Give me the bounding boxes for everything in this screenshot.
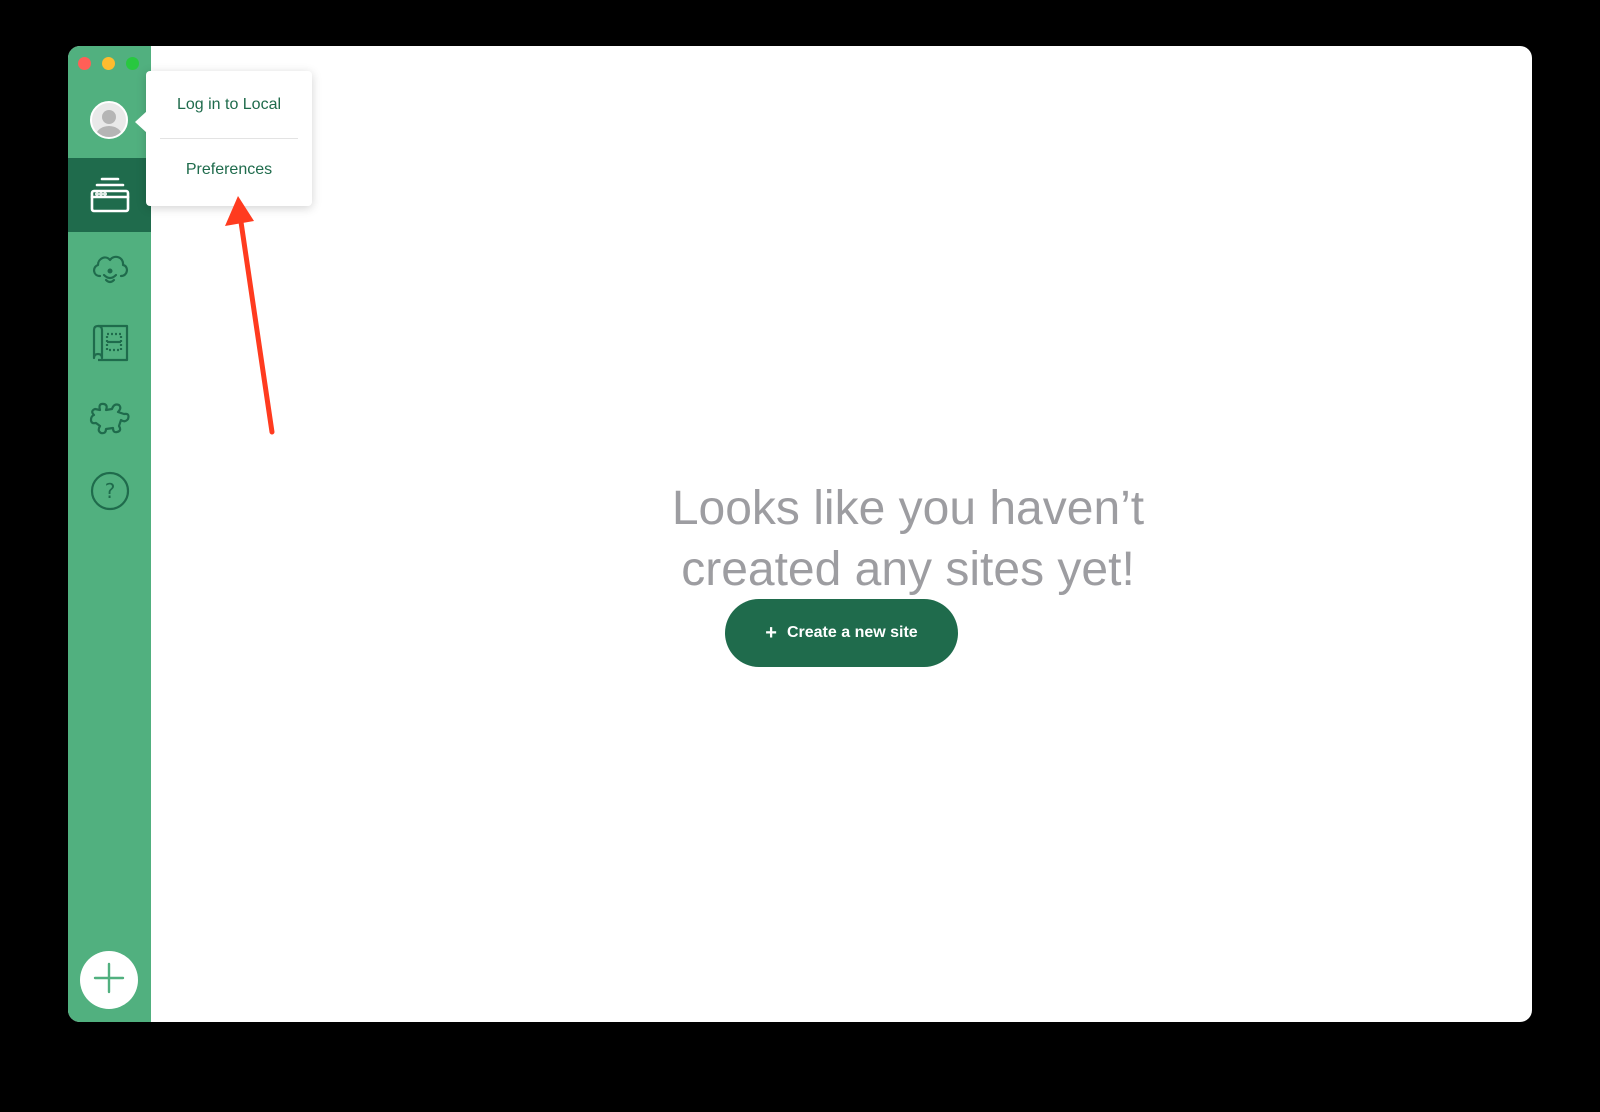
sites-stack-icon <box>89 175 131 215</box>
window-minimize-button[interactable] <box>102 57 115 70</box>
sidebar-item-connect[interactable] <box>68 232 151 306</box>
puzzle-icon <box>88 397 132 437</box>
preferences-menu-item[interactable]: Preferences <box>146 161 312 179</box>
create-new-site-label: Create a new site <box>786 624 918 641</box>
sidebar-item-local-sites[interactable] <box>68 158 151 232</box>
sidebar-item-add-ons[interactable] <box>68 380 151 454</box>
popup-pointer <box>135 111 147 133</box>
sidebar: ? <box>68 46 151 1022</box>
user-menu-popup: Log in to Local Preferences <box>146 71 312 206</box>
plus-icon: + <box>765 622 777 644</box>
cloud-sync-icon <box>89 250 131 288</box>
window-zoom-button[interactable] <box>126 57 139 70</box>
empty-state-message: Looks like you haven’t created any sites… <box>468 478 1348 600</box>
login-menu-item[interactable]: Log in to Local <box>146 96 312 114</box>
window-close-button[interactable] <box>78 57 91 70</box>
add-site-button[interactable] <box>80 951 138 1009</box>
sidebar-item-help[interactable]: ? <box>68 454 151 528</box>
empty-state-line-2: created any sites yet! <box>681 543 1135 596</box>
blueprint-icon <box>89 322 131 364</box>
create-new-site-button[interactable]: + Create a new site <box>725 599 958 667</box>
menu-divider <box>160 138 298 139</box>
sidebar-item-blueprints[interactable] <box>68 306 151 380</box>
help-circle-icon: ? <box>89 470 131 512</box>
empty-state-line-1: Looks like you haven’t <box>671 482 1145 535</box>
svg-text:?: ? <box>104 479 115 503</box>
plus-icon <box>92 961 126 1000</box>
user-avatar-icon[interactable] <box>90 101 128 139</box>
